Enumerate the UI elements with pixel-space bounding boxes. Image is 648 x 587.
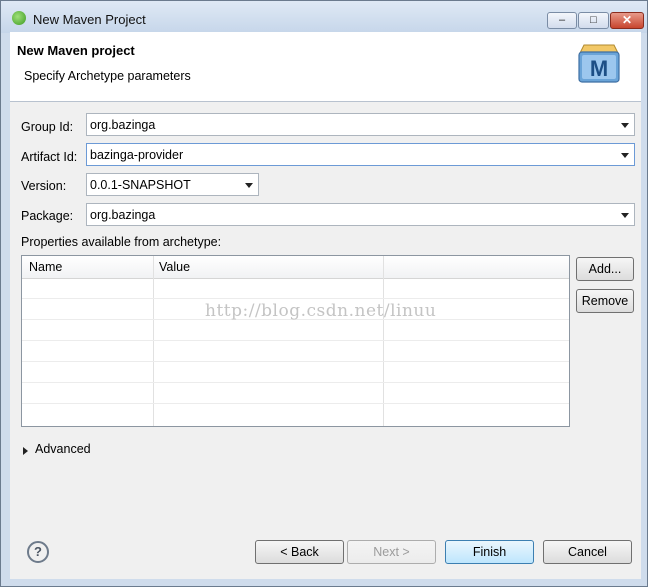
wizard-header: New Maven project Specify Archetype para…: [10, 32, 641, 102]
minimize-icon: –: [558, 14, 566, 26]
wizard-body: Group Id: org.bazinga Artifact Id: bazin…: [10, 102, 641, 579]
package-label: Package:: [21, 209, 74, 223]
chevron-down-icon[interactable]: [621, 153, 629, 158]
package-combo[interactable]: org.bazinga: [86, 203, 635, 226]
close-icon: ✕: [621, 13, 633, 27]
artifact-id-combo[interactable]: bazinga-provider: [86, 143, 635, 166]
version-value: 0.0.1-SNAPSHOT: [90, 178, 191, 192]
add-property-button[interactable]: Add...: [576, 257, 634, 281]
properties-label: Properties available from archetype:: [21, 235, 222, 249]
group-id-value: org.bazinga: [90, 118, 156, 132]
row-gridline: [22, 382, 569, 383]
finish-button[interactable]: Finish: [445, 540, 534, 564]
wizard-subtitle: Specify Archetype parameters: [24, 69, 191, 83]
column-header-name[interactable]: Name: [29, 260, 62, 274]
column-header-value[interactable]: Value: [159, 260, 190, 274]
advanced-section-toggle[interactable]: Advanced: [35, 442, 91, 456]
chevron-down-icon[interactable]: [245, 183, 253, 188]
back-button[interactable]: < Back: [255, 540, 344, 564]
close-button[interactable]: ✕: [610, 12, 644, 29]
remove-property-button[interactable]: Remove: [576, 289, 634, 313]
chevron-down-icon[interactable]: [621, 123, 629, 128]
artifact-id-value: bazinga-provider: [90, 148, 184, 162]
spring-app-icon: [12, 11, 26, 25]
column-divider: [153, 256, 154, 426]
dialog-client: New Maven project Specify Archetype para…: [10, 32, 641, 579]
column-divider: [383, 256, 384, 426]
expand-arrow-icon[interactable]: [23, 447, 28, 455]
row-gridline: [22, 298, 569, 299]
window-title: New Maven Project: [33, 12, 146, 27]
wizard-title: New Maven project: [17, 43, 135, 58]
version-combo[interactable]: 0.0.1-SNAPSHOT: [86, 173, 259, 196]
package-value: org.bazinga: [90, 208, 156, 222]
chevron-down-icon[interactable]: [621, 213, 629, 218]
table-header: Name Value: [22, 256, 569, 279]
help-icon[interactable]: ?: [27, 541, 49, 563]
row-gridline: [22, 361, 569, 362]
next-button[interactable]: Next >: [347, 540, 436, 564]
version-label: Version:: [21, 179, 67, 193]
title-bar[interactable]: New Maven Project – □ ✕: [1, 1, 647, 33]
row-gridline: [22, 403, 569, 404]
maven-logo-icon: M: [578, 44, 620, 83]
maximize-button[interactable]: □: [578, 12, 609, 29]
artifact-id-label: Artifact Id:: [21, 150, 78, 164]
maximize-icon: □: [590, 14, 597, 26]
properties-table[interactable]: Name Value http://blog.csdn.net/linuu: [21, 255, 570, 427]
maven-logo-letter: M: [590, 56, 608, 81]
cancel-button[interactable]: Cancel: [543, 540, 632, 564]
minimize-button[interactable]: –: [547, 12, 577, 29]
new-maven-project-window: New Maven Project – □ ✕ New Maven projec…: [0, 0, 648, 587]
group-id-label: Group Id:: [21, 120, 74, 134]
group-id-combo[interactable]: org.bazinga: [86, 113, 635, 136]
watermark-text: http://blog.csdn.net/linuu: [205, 301, 437, 321]
row-gridline: [22, 340, 569, 341]
